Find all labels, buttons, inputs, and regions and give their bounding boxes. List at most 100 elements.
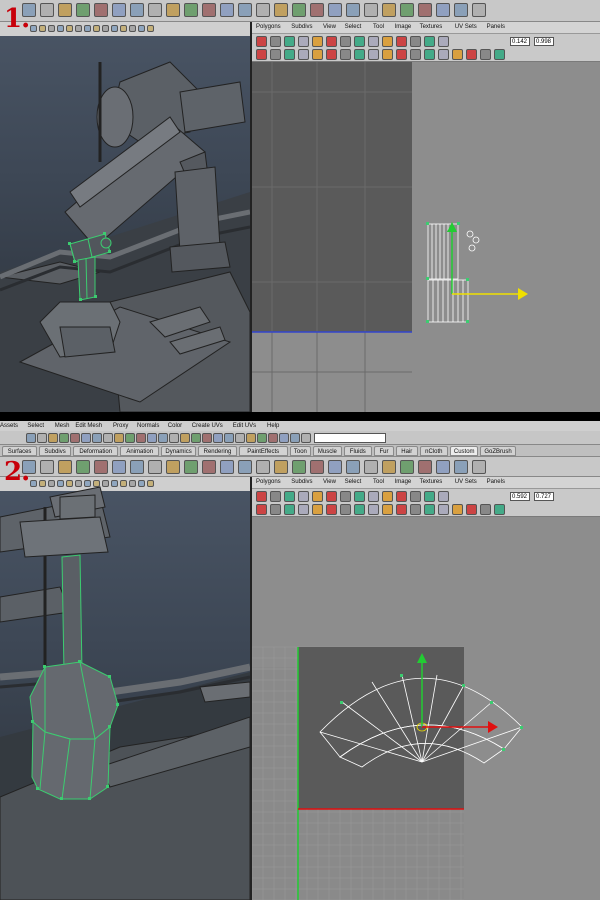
uv-tool-icon[interactable] bbox=[256, 504, 267, 515]
uv-tool-icon[interactable] bbox=[494, 504, 505, 515]
tool-icon[interactable] bbox=[76, 3, 90, 17]
uv-tool-icon[interactable] bbox=[312, 36, 323, 47]
tool-icon[interactable] bbox=[454, 3, 468, 17]
menu-item-tool[interactable]: Tool bbox=[373, 479, 384, 485]
uv-tool-icon[interactable] bbox=[298, 504, 309, 515]
tool-icon[interactable] bbox=[436, 3, 450, 17]
v-value-field[interactable]: 0.727 bbox=[534, 492, 554, 501]
uv-tool-icon[interactable] bbox=[270, 504, 281, 515]
uv-tool-icon[interactable] bbox=[382, 504, 393, 515]
menu-item-polygons[interactable]: Polygons bbox=[256, 479, 281, 485]
uv-tool-icon[interactable] bbox=[326, 504, 337, 515]
menu-item-textures[interactable]: Textures bbox=[420, 24, 443, 30]
tool-icon[interactable] bbox=[256, 460, 270, 474]
tool-icon[interactable] bbox=[454, 460, 468, 474]
uv-tool-icon[interactable] bbox=[382, 49, 393, 60]
tool-icon[interactable] bbox=[92, 433, 102, 443]
uv-tool-icon[interactable] bbox=[494, 49, 505, 60]
uv-tool-icon[interactable] bbox=[382, 491, 393, 502]
tool-icon[interactable] bbox=[112, 3, 126, 17]
tool-icon[interactable] bbox=[268, 433, 278, 443]
tool-icon[interactable] bbox=[125, 433, 135, 443]
uv-tool-icon[interactable] bbox=[256, 36, 267, 47]
menu-item-edit-mesh[interactable]: Edit Mesh bbox=[75, 423, 102, 429]
perspective-viewport[interactable] bbox=[0, 477, 250, 900]
tool-icon[interactable] bbox=[301, 433, 311, 443]
tool-icon[interactable] bbox=[257, 433, 267, 443]
tool-icon[interactable] bbox=[191, 433, 201, 443]
shelf-tab-hair[interactable]: Hair bbox=[396, 446, 418, 456]
uv-tool-icon[interactable] bbox=[382, 36, 393, 47]
uv-tool-icon[interactable] bbox=[368, 36, 379, 47]
tool-icon[interactable] bbox=[166, 3, 180, 17]
tool-icon[interactable] bbox=[103, 433, 113, 443]
uv-tool-icon[interactable] bbox=[438, 36, 449, 47]
menu-item-view[interactable]: View bbox=[323, 479, 336, 485]
menu-item-tool[interactable]: Tool bbox=[373, 24, 384, 30]
uv-tool-icon[interactable] bbox=[396, 491, 407, 502]
uv-tool-icon[interactable] bbox=[270, 49, 281, 60]
tool-icon[interactable] bbox=[58, 460, 72, 474]
uv-canvas[interactable] bbox=[252, 517, 600, 900]
tool-icon[interactable] bbox=[256, 3, 270, 17]
uv-tool-icon[interactable] bbox=[424, 491, 435, 502]
menu-item-uv-sets[interactable]: UV Sets bbox=[455, 24, 477, 30]
shelf-tab-ncloth[interactable]: nCloth bbox=[419, 446, 448, 456]
tool-icon[interactable] bbox=[400, 460, 414, 474]
menu-item-select[interactable]: Select bbox=[345, 479, 362, 485]
uv-tool-icon[interactable] bbox=[270, 36, 281, 47]
uv-tool-icon[interactable] bbox=[438, 49, 449, 60]
tool-icon[interactable] bbox=[48, 433, 58, 443]
tool-icon[interactable] bbox=[220, 460, 234, 474]
v-value-field[interactable]: 0.998 bbox=[534, 37, 554, 46]
tool-icon[interactable] bbox=[148, 460, 162, 474]
uv-tool-icon[interactable] bbox=[396, 504, 407, 515]
uv-tool-icon[interactable] bbox=[424, 36, 435, 47]
uv-tool-icon[interactable] bbox=[354, 504, 365, 515]
tool-icon[interactable] bbox=[114, 433, 124, 443]
tool-icon[interactable] bbox=[364, 460, 378, 474]
uv-tool-icon[interactable] bbox=[340, 36, 351, 47]
shelf-tab-muscle[interactable]: Muscle bbox=[313, 446, 342, 456]
uv-tool-icon[interactable] bbox=[298, 49, 309, 60]
tool-icon[interactable] bbox=[26, 433, 36, 443]
menu-item-image[interactable]: Image bbox=[395, 24, 412, 30]
uv-tool-icon[interactable] bbox=[326, 49, 337, 60]
tool-icon[interactable] bbox=[147, 433, 157, 443]
tool-icon[interactable] bbox=[274, 460, 288, 474]
u-value-field[interactable]: 0.142 bbox=[510, 37, 530, 46]
uv-tool-icon[interactable] bbox=[298, 491, 309, 502]
uv-tool-icon[interactable] bbox=[466, 49, 477, 60]
uv-tool-icon[interactable] bbox=[298, 36, 309, 47]
uv-tool-icon[interactable] bbox=[326, 491, 337, 502]
tool-icon[interactable] bbox=[213, 433, 223, 443]
shelf-tab-toon[interactable]: Toon bbox=[289, 446, 312, 456]
uv-tool-icon[interactable] bbox=[396, 36, 407, 47]
tool-icon[interactable] bbox=[169, 433, 179, 443]
uv-tool-icon[interactable] bbox=[424, 504, 435, 515]
tool-icon[interactable] bbox=[238, 3, 252, 17]
tool-icon[interactable] bbox=[166, 460, 180, 474]
tool-icon[interactable] bbox=[235, 433, 245, 443]
menu-item-textures[interactable]: Textures bbox=[420, 479, 443, 485]
uv-tool-icon[interactable] bbox=[410, 504, 421, 515]
tool-icon[interactable] bbox=[472, 3, 486, 17]
menu-item-panels[interactable]: Panels bbox=[487, 24, 505, 30]
uv-tool-icon[interactable] bbox=[354, 49, 365, 60]
shelf-tab-dynamics[interactable]: Dynamics bbox=[161, 446, 197, 456]
uv-tool-icon[interactable] bbox=[256, 491, 267, 502]
tool-icon[interactable] bbox=[400, 3, 414, 17]
uv-tool-icon[interactable] bbox=[312, 491, 323, 502]
uv-tool-icon[interactable] bbox=[312, 49, 323, 60]
tool-icon[interactable] bbox=[94, 3, 108, 17]
menu-item-color[interactable]: Color bbox=[168, 423, 182, 429]
uv-tool-icon[interactable] bbox=[326, 36, 337, 47]
tool-icon[interactable] bbox=[364, 3, 378, 17]
tool-icon[interactable] bbox=[220, 3, 234, 17]
uv-tool-icon[interactable] bbox=[452, 504, 463, 515]
menu-item-uv-sets[interactable]: UV Sets bbox=[455, 479, 477, 485]
shelf-tab-gozbrush[interactable]: GoZBrush bbox=[480, 446, 516, 456]
uv-tool-icon[interactable] bbox=[396, 49, 407, 60]
tool-icon[interactable] bbox=[202, 433, 212, 443]
uv-canvas[interactable] bbox=[252, 62, 600, 412]
